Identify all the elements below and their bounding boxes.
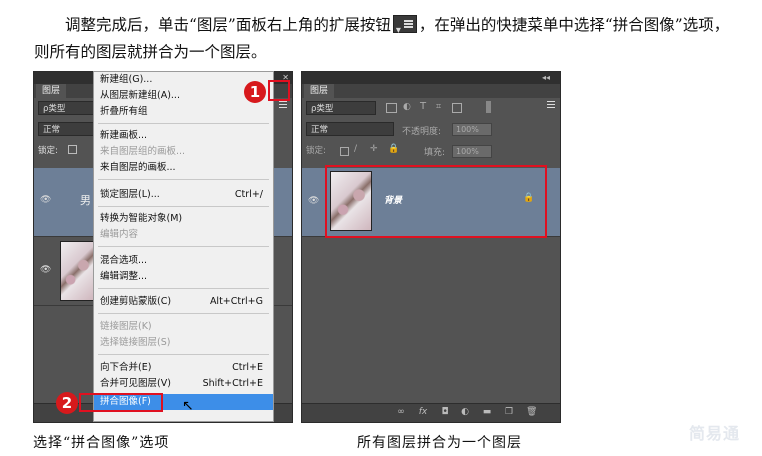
fill-label: 填充: (424, 148, 446, 158)
folder-icon[interactable]: ▬ (482, 407, 492, 417)
menu-separator (98, 354, 269, 355)
trash-icon[interactable]: 🗑 (526, 407, 537, 417)
eye-icon[interactable]: 👁 (40, 265, 51, 275)
blend-mode-select[interactable]: 正常 (306, 122, 394, 136)
menu-item-lock-layers[interactable]: 锁定图层(L)... Ctrl+/ (94, 187, 273, 203)
menu-item-edit-contents: 编辑内容 (100, 229, 139, 240)
layer-thumbnail (60, 241, 94, 301)
layers-panel-right: ◂◂ 图层 ρ类型 ◐ T ⌗ 正常 不透明度: 100% 锁定: ∕ ✛ 🔒 … (301, 71, 561, 423)
eye-icon[interactable]: 👁 (308, 196, 319, 206)
opacity-input[interactable]: 100% (452, 123, 492, 136)
panel-bottom-bar: ∞ fx ◘ ◐ ▬ ❐ 🗑 (302, 403, 560, 422)
link-icon[interactable]: ∞ (396, 407, 406, 417)
lock-row: 锁定: ∕ ✛ 🔒 填充: 100% (306, 144, 556, 160)
new-layer-icon[interactable]: ❐ (504, 407, 514, 417)
menu-separator (98, 246, 269, 247)
filter-toggle[interactable] (486, 101, 491, 113)
menu-item-collapse-groups[interactable]: 折叠所有组 (94, 104, 273, 120)
menu-separator (98, 313, 269, 314)
lock-label: 锁定: (306, 146, 326, 156)
highlight-box-menu-button (268, 80, 290, 101)
tab-layers[interactable]: 图层 (304, 84, 335, 98)
step-badge-2: 2 (56, 392, 78, 414)
menu-separator (98, 179, 269, 180)
tab-layers[interactable]: 图层 (36, 84, 67, 98)
layer-name: 男 (80, 194, 91, 207)
mouse-cursor-icon: ↖ (182, 398, 194, 414)
menu-item-convert-smart-object[interactable]: 转换为智能对象(M) (94, 211, 273, 227)
filter-smart-icon[interactable] (452, 103, 462, 113)
menu-item-new-artboard[interactable]: 新建画板... (94, 128, 273, 144)
filter-type-icon[interactable]: T (420, 101, 426, 112)
filter-adjust-icon[interactable]: ◐ (403, 102, 411, 112)
step-badge-1: 1 (244, 81, 266, 103)
filter-kind-select[interactable]: ρ类型 (38, 101, 94, 115)
filter-pixel-icon[interactable] (386, 103, 397, 113)
menu-separator (98, 123, 269, 124)
lock-move-icon[interactable]: ✛ (370, 144, 378, 154)
lock-pixels-icon[interactable] (68, 145, 77, 154)
menu-item-link-layers: 链接图层(K) (100, 321, 152, 332)
paragraph-text-1: 调整完成后，单击“图层”面板右上角的扩展按钮 (65, 16, 391, 34)
blend-row: 正常 不透明度: 100% (306, 122, 556, 138)
lock-pixels-icon[interactable] (340, 147, 349, 156)
menu-item-create-clipping-mask[interactable]: 创建剪贴蒙版(C) Alt+Ctrl+G (94, 294, 273, 310)
menu-separator (98, 206, 269, 207)
panel-top-bar: ◂◂ (302, 72, 560, 84)
fx-icon[interactable]: fx (418, 407, 428, 417)
menu-item-edit-adjustment[interactable]: 编辑调整... (94, 269, 273, 285)
lock-all-icon[interactable]: 🔒 (388, 144, 399, 154)
adjustment-icon[interactable]: ◐ (460, 407, 470, 417)
menu-item-select-linked: 选择链接图层(S) (100, 337, 171, 348)
fill-input[interactable]: 100% (452, 145, 492, 158)
mask-icon[interactable]: ◘ (440, 407, 450, 417)
collapse-icon[interactable]: ◂◂ (542, 72, 550, 84)
menu-item-artboard-from-layers[interactable]: 来自图层的画板... (94, 160, 273, 176)
menu-separator (98, 288, 269, 289)
panel-menu-icon (392, 15, 417, 44)
filter-shape-icon[interactable]: ⌗ (436, 102, 441, 112)
menu-item-merge-visible[interactable]: 合并可见图层(V) Shift+Ctrl+E (94, 376, 273, 392)
panel-tab-row: 图层 (302, 84, 560, 108)
filter-row: ρ类型 ◐ T ⌗ (306, 101, 556, 117)
panel-context-menu: 新建组(G)... 从图层新建组(A)... 折叠所有组 新建画板... 来自图… (93, 71, 274, 422)
menu-item-artboard-from-group: 来自图层组的画板... (100, 146, 186, 157)
eye-icon[interactable]: 👁 (40, 195, 51, 205)
highlight-box-layer (325, 165, 547, 238)
lock-paint-icon[interactable]: ∕ (354, 144, 357, 154)
filter-kind-select[interactable]: ρ类型 (306, 101, 376, 115)
highlight-box-flatten (79, 393, 163, 412)
instruction-paragraph: 调整完成后，单击“图层”面板右上角的扩展按钮，在弹出的快捷菜单中选择“拼合图像”… (34, 12, 734, 66)
lock-label: 锁定: (38, 146, 58, 156)
caption-right: 所有图层拼合为一个图层 (357, 435, 522, 451)
menu-item-merge-down[interactable]: 向下合并(E) Ctrl+E (94, 360, 273, 376)
watermark: 简易通 (688, 424, 740, 443)
blend-mode-select[interactable]: 正常 (38, 122, 94, 136)
caption-left: 选择“拼合图像”选项 (33, 435, 170, 451)
menu-item-blending-options[interactable]: 混合选项... (94, 253, 273, 269)
opacity-label: 不透明度: (402, 127, 442, 137)
